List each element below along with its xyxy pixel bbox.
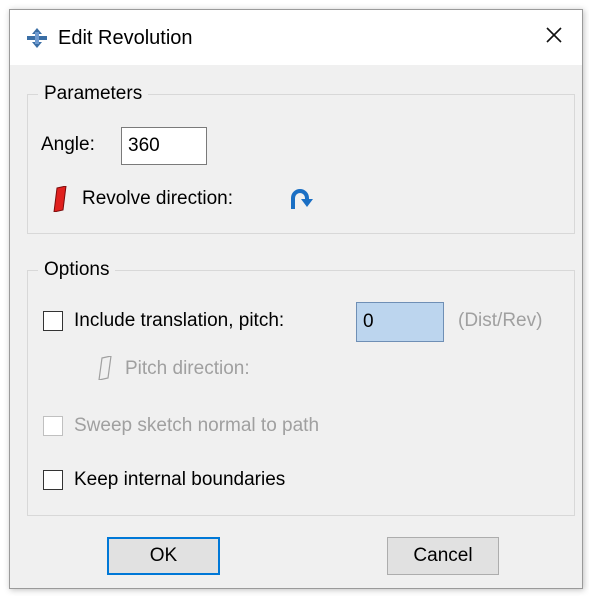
sweep-normal-checkbox[interactable] [43, 416, 63, 436]
options-legend: Options [38, 257, 116, 283]
close-button[interactable] [526, 10, 582, 65]
revolve-direction-label: Revolve direction: [82, 188, 234, 209]
flip-direction-icon[interactable] [289, 187, 313, 216]
pitch-direction-label: Pitch direction: [125, 358, 250, 379]
include-translation-label[interactable]: Include translation, pitch: [74, 308, 284, 334]
cancel-button[interactable]: Cancel [387, 537, 499, 575]
revolve-app-icon [26, 27, 48, 49]
keep-boundaries-label[interactable]: Keep internal boundaries [74, 467, 285, 493]
edit-revolution-dialog: Edit Revolution Parameters Angle: 360 Re… [9, 9, 583, 589]
title-bar: Edit Revolution [10, 10, 582, 65]
pitch-input[interactable]: 0 [356, 302, 444, 342]
angle-input[interactable]: 360 [121, 127, 207, 165]
red-plane-icon [53, 185, 67, 217]
ok-button[interactable]: OK [107, 537, 220, 575]
dialog-title: Edit Revolution [58, 27, 193, 49]
keep-boundaries-checkbox[interactable] [43, 470, 63, 490]
sweep-normal-label: Sweep sketch normal to path [74, 415, 320, 436]
pitch-plane-icon [98, 355, 112, 385]
pitch-unit-label: (Dist/Rev) [458, 310, 543, 331]
include-translation-checkbox[interactable] [43, 311, 63, 331]
parameters-legend: Parameters [38, 81, 149, 107]
close-icon [545, 26, 563, 49]
angle-label: Angle: [41, 134, 95, 155]
